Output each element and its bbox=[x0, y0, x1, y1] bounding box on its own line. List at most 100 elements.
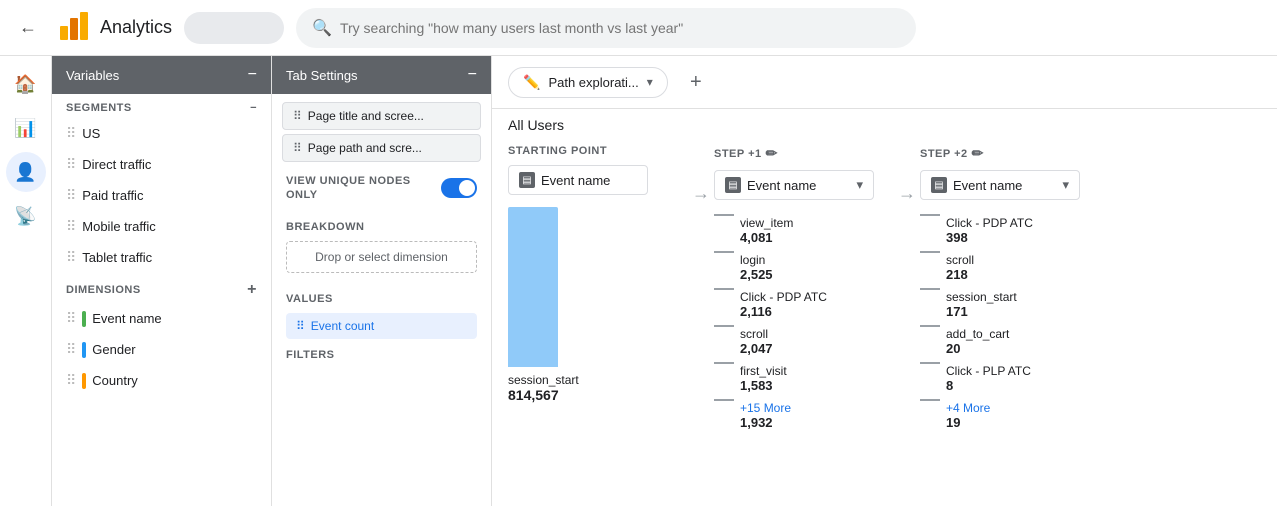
segment-item-tablet[interactable]: ⠿ Tablet traffic bbox=[52, 242, 271, 273]
tab-settings-collapse-button[interactable]: − bbox=[468, 66, 477, 84]
topbar: ← Analytics 🔍 bbox=[0, 0, 1277, 56]
session-start-bar bbox=[508, 207, 558, 367]
dimension-item-gender[interactable]: ⠿ Gender bbox=[52, 334, 271, 365]
values-section: VALUES ⠿ Event count bbox=[272, 283, 491, 349]
tab-settings-panel: Tab Settings − ⠿ Page title and scree...… bbox=[272, 56, 492, 506]
more-count-step2: 19 bbox=[920, 415, 1100, 430]
main-layout: Variables − SEGMENTS − ⠿ US ⠿ Direct tra… bbox=[52, 56, 1277, 506]
event-name-label: add_to_cart bbox=[920, 327, 1100, 341]
values-chip-event-count[interactable]: ⠿ Event count bbox=[286, 313, 477, 339]
nav-signal-button[interactable]: 📡 bbox=[6, 196, 46, 236]
event-name-label: Click - PDP ATC bbox=[714, 290, 894, 304]
view-unique-nodes-label: VIEW UNIQUE NODES ONLY bbox=[286, 174, 411, 203]
breakdown-chip-label-2: Page path and scre... bbox=[308, 141, 422, 155]
path-content: STARTING POINT ▤ Event name session_star… bbox=[492, 141, 1277, 506]
event-count-value: 1,583 bbox=[714, 378, 894, 393]
back-button[interactable]: ← bbox=[12, 12, 44, 44]
add-tab-button[interactable]: + bbox=[680, 66, 712, 98]
event-count-value: 2,525 bbox=[714, 267, 894, 282]
step2-header: STEP +2 ✏ bbox=[920, 141, 1100, 170]
steps-area: STARTING POINT ▤ Event name session_star… bbox=[508, 141, 1100, 506]
step2-edit-icon[interactable]: ✏ bbox=[972, 145, 984, 162]
segments-collapse-icon: − bbox=[250, 102, 257, 114]
list-item: first_visit 1,583 bbox=[714, 360, 894, 395]
drag-handle-icon: ⠿ bbox=[66, 187, 76, 204]
step2-column: STEP +2 ✏ ▤ Event name ▾ Click - PDP ATC… bbox=[920, 141, 1100, 432]
nav-home-button[interactable]: 🏠 bbox=[6, 64, 46, 104]
search-bar[interactable]: 🔍 bbox=[296, 8, 916, 48]
segment-label-us: US bbox=[82, 126, 100, 141]
event-name-label: login bbox=[714, 253, 894, 267]
event-name-label: scroll bbox=[920, 253, 1100, 267]
drop-dimension-zone[interactable]: Drop or select dimension bbox=[286, 241, 477, 273]
step1-events-list: view_item 4,081 login 2,525 Click - PDP … bbox=[714, 212, 894, 432]
dimension-color-bar bbox=[82, 342, 86, 358]
dimensions-add-button[interactable]: + bbox=[247, 281, 257, 299]
list-item: login 2,525 bbox=[714, 249, 894, 284]
list-item: +4 More 19 bbox=[920, 397, 1100, 432]
starting-point-selector-label: Event name bbox=[541, 173, 610, 188]
path-tab-icon: ✏️ bbox=[523, 74, 540, 91]
more-count-step1: 1,932 bbox=[714, 415, 894, 430]
chevron-down-icon: ▾ bbox=[647, 75, 653, 89]
dimension-item-country[interactable]: ⠿ Country bbox=[52, 365, 271, 396]
path-panel: ✏️ Path explorati... ▾ + All Users START… bbox=[492, 56, 1277, 506]
segment-label-tablet: Tablet traffic bbox=[82, 250, 152, 265]
breakdown-section: BREAKDOWN Drop or select dimension bbox=[272, 211, 491, 283]
dimension-color-bar bbox=[82, 373, 86, 389]
more-link-step1[interactable]: +15 More bbox=[714, 401, 894, 415]
session-start-count: 814,567 bbox=[508, 387, 579, 403]
breakdown-chip-label-1: Page title and scree... bbox=[308, 109, 424, 123]
path-tab[interactable]: ✏️ Path explorati... ▾ bbox=[508, 67, 668, 98]
step1-column: STEP +1 ✏ ▤ Event name ▾ view_item 4,081 bbox=[714, 141, 894, 432]
variables-collapse-button[interactable]: − bbox=[248, 66, 257, 84]
list-item: +15 More 1,932 bbox=[714, 397, 894, 432]
event-name-label: view_item bbox=[714, 216, 894, 230]
step2-label: STEP +2 bbox=[920, 148, 968, 160]
breakdown-chip-pagepath[interactable]: ⠿ Page path and scre... bbox=[282, 134, 481, 162]
breakdown-section-title: BREAKDOWN bbox=[286, 221, 477, 233]
segment-item-direct[interactable]: ⠿ Direct traffic bbox=[52, 149, 271, 180]
chip-drag-icon: ⠿ bbox=[293, 141, 302, 155]
list-item: session_start 171 bbox=[920, 286, 1100, 321]
segments-list: ⠿ US ⠿ Direct traffic ⠿ Paid traffic ⠿ M… bbox=[52, 118, 271, 273]
breakdown-chip-pagetitle[interactable]: ⠿ Page title and scree... bbox=[282, 102, 481, 130]
tab-settings-panel-header: Tab Settings − bbox=[272, 56, 491, 94]
chevron-down-icon: ▾ bbox=[1062, 177, 1069, 193]
step1-selector-label: Event name bbox=[747, 178, 816, 193]
account-chip[interactable] bbox=[184, 12, 284, 44]
view-unique-nodes-toggle[interactable] bbox=[441, 178, 477, 198]
drag-handle-icon: ⠿ bbox=[66, 125, 76, 142]
drag-handle-icon: ⠿ bbox=[66, 218, 76, 235]
more-link-step2[interactable]: +4 More bbox=[920, 401, 1100, 415]
app-title: Analytics bbox=[100, 17, 172, 38]
starting-point-selector[interactable]: ▤ Event name bbox=[508, 165, 648, 195]
step-selector-icon: ▤ bbox=[519, 172, 535, 188]
session-start-block: session_start 814,567 bbox=[508, 207, 688, 403]
event-count-value: 398 bbox=[920, 230, 1100, 245]
dimension-item-event[interactable]: ⠿ Event name bbox=[52, 303, 271, 334]
values-section-title: VALUES bbox=[286, 293, 477, 305]
search-input[interactable] bbox=[340, 20, 900, 36]
nav-user-button[interactable]: 👤 bbox=[6, 152, 46, 192]
variables-panel-header: Variables − bbox=[52, 56, 271, 94]
step2-selector[interactable]: ▤ Event name ▾ bbox=[920, 170, 1080, 200]
drag-handle-icon: ⠿ bbox=[66, 341, 76, 358]
user-icon: 👤 bbox=[14, 162, 36, 183]
dimensions-section-label: DIMENSIONS + bbox=[52, 273, 271, 303]
drag-handle-icon: ⠿ bbox=[66, 372, 76, 389]
step1-edit-icon[interactable]: ✏ bbox=[766, 145, 778, 162]
list-item: scroll 2,047 bbox=[714, 323, 894, 358]
step1-selector[interactable]: ▤ Event name ▾ bbox=[714, 170, 874, 200]
starting-point-label: STARTING POINT bbox=[508, 145, 607, 157]
nav-chart-button[interactable]: 📊 bbox=[6, 108, 46, 148]
segment-item-mobile[interactable]: ⠿ Mobile traffic bbox=[52, 211, 271, 242]
plus-icon: + bbox=[690, 71, 702, 94]
values-chip-icon: ⠿ bbox=[296, 319, 305, 333]
event-count-value: 20 bbox=[920, 341, 1100, 356]
segment-item-paid[interactable]: ⠿ Paid traffic bbox=[52, 180, 271, 211]
drag-handle-icon: ⠿ bbox=[66, 310, 76, 327]
step2-events-list: Click - PDP ATC 398 scroll 218 session_s… bbox=[920, 212, 1100, 432]
segment-item-us[interactable]: ⠿ US bbox=[52, 118, 271, 149]
segment-label-paid: Paid traffic bbox=[82, 188, 143, 203]
